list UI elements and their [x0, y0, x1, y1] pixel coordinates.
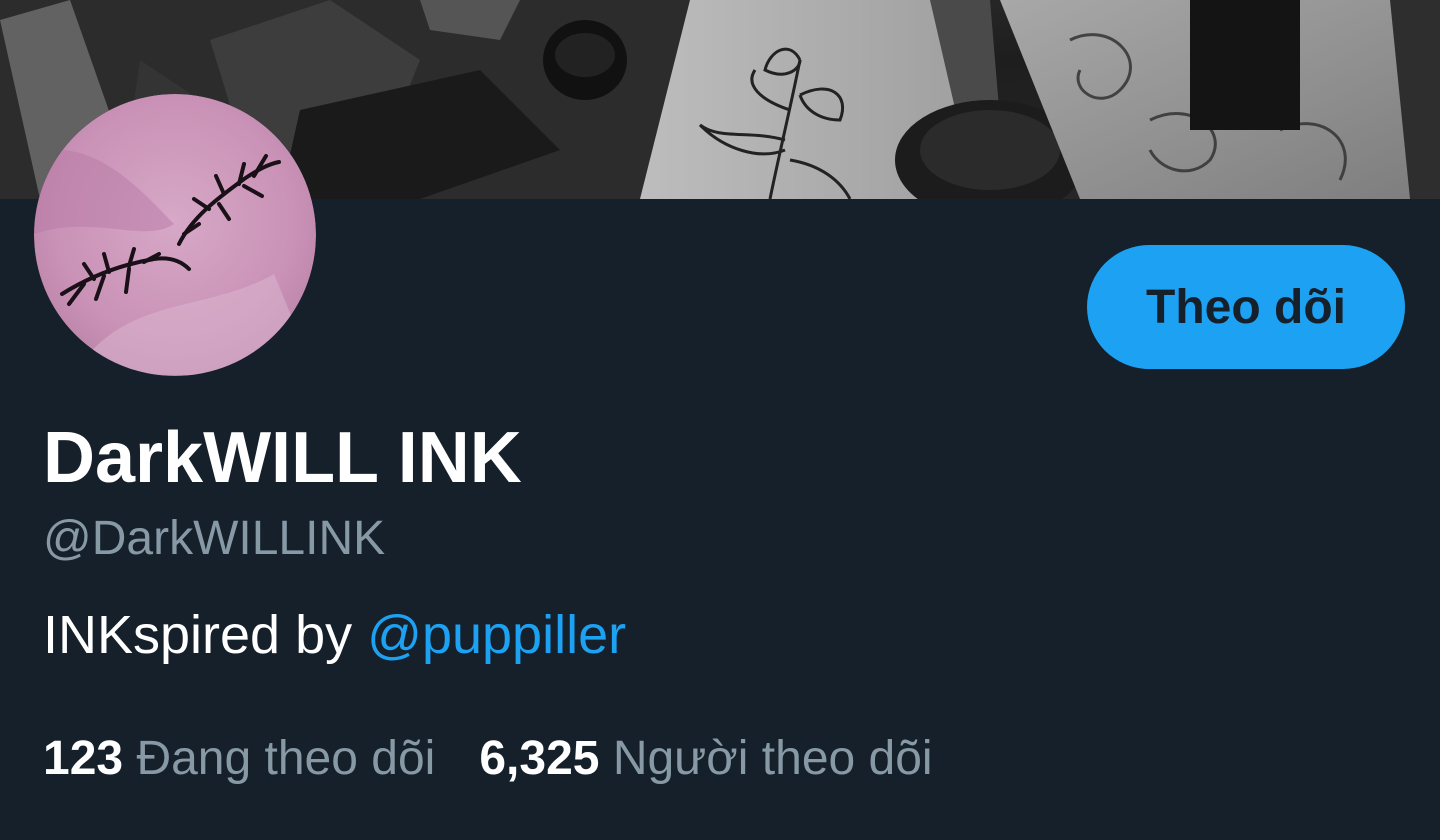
followers-count: 6,325 [479, 732, 600, 785]
avatar[interactable] [34, 94, 316, 376]
follow-button[interactable]: Theo dõi [1087, 245, 1405, 369]
following-count: 123 [43, 732, 124, 785]
followers-label: Người theo dõi [612, 732, 933, 785]
tattoo-avatar-image [34, 94, 316, 376]
display-name: DarkWILL INK [43, 418, 522, 498]
follow-stats: 123 Đang theo dõi 6,325 Người theo dõi [43, 728, 933, 790]
following-label: Đang theo dõi [136, 732, 436, 785]
user-handle: @DarkWILLINK [43, 512, 386, 565]
bio-text: INKspired by [43, 605, 368, 665]
profile-bio: INKspired by @puppiller [43, 600, 626, 670]
bio-mention-link[interactable]: @puppiller [367, 605, 626, 665]
following-stat[interactable]: 123 Đang theo dõi [43, 728, 435, 790]
followers-stat[interactable]: 6,325 Người theo dõi [479, 728, 932, 790]
